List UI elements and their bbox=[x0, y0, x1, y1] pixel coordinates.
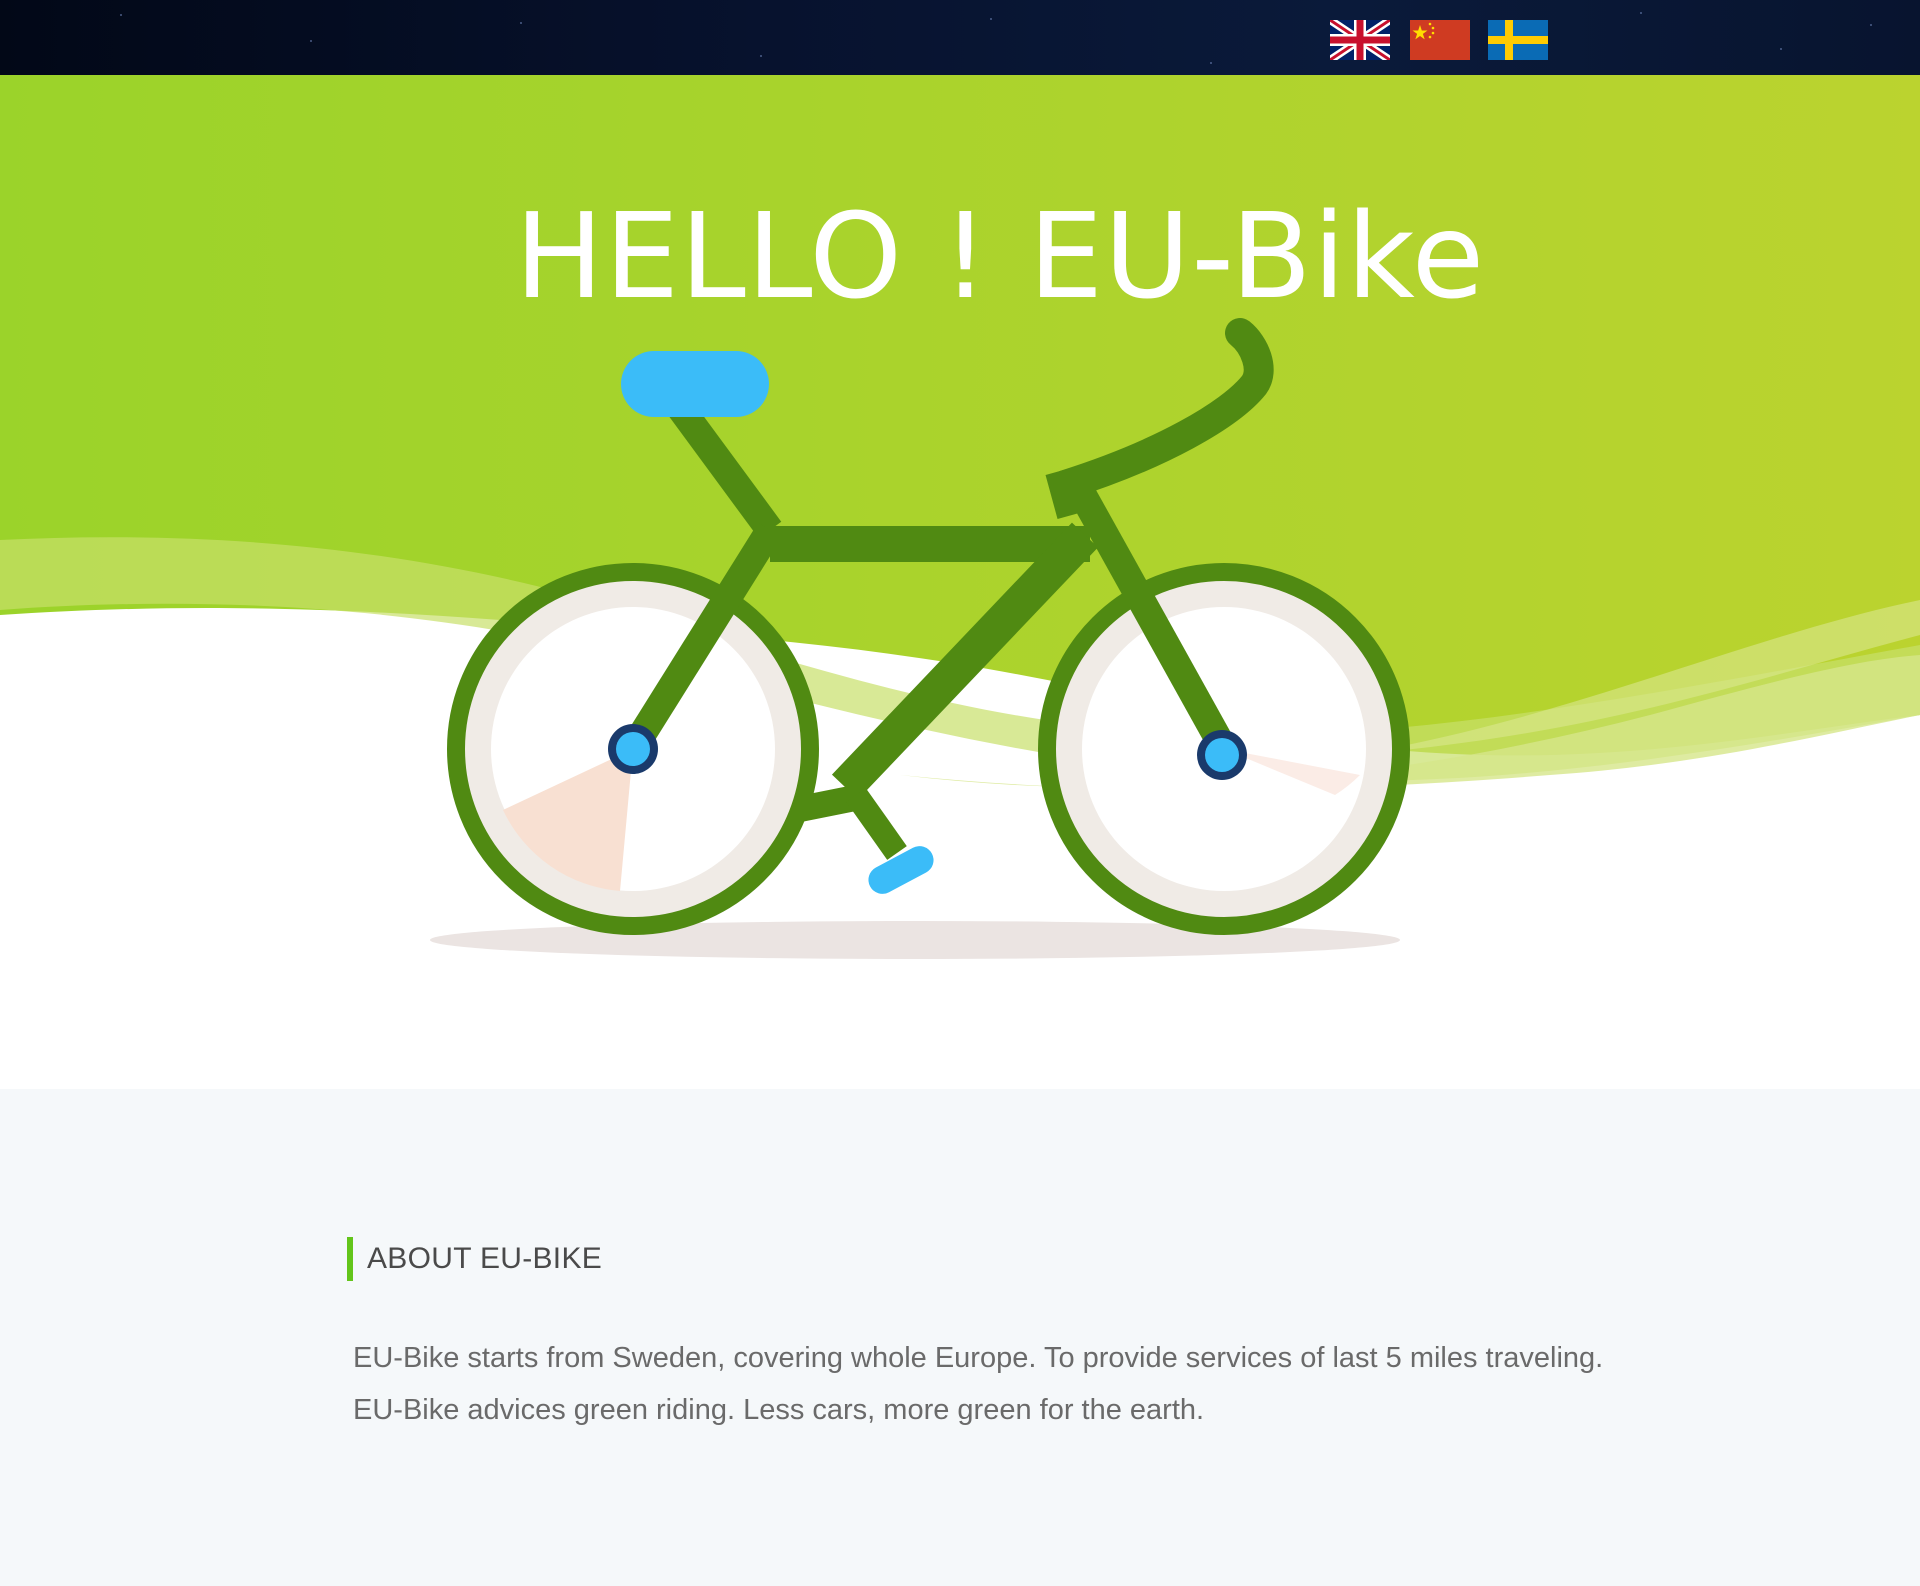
china-flag-icon[interactable] bbox=[1410, 20, 1470, 60]
about-text: EU-Bike starts from Sweden, covering who… bbox=[353, 1332, 1623, 1436]
about-paragraph-1: EU-Bike starts from Sweden, covering who… bbox=[353, 1342, 1604, 1374]
hero-section: HELLO ! EU-Bike bbox=[0, 75, 1920, 1089]
about-heading: ABOUT EU-BIKE bbox=[347, 1237, 602, 1281]
bicycle-illustration bbox=[430, 318, 1410, 959]
about-section: ABOUT EU-BIKE EU-Bike starts from Sweden… bbox=[0, 1089, 1920, 1586]
bike-seat bbox=[621, 351, 769, 417]
top-bar bbox=[0, 0, 1920, 75]
about-paragraph-2: EU-Bike advices green riding. Less cars,… bbox=[353, 1394, 1205, 1426]
about-title: ABOUT EU-BIKE bbox=[367, 1242, 603, 1275]
accent-bar bbox=[347, 1237, 353, 1281]
sweden-flag-icon[interactable] bbox=[1488, 20, 1548, 60]
uk-flag-icon[interactable] bbox=[1330, 20, 1390, 60]
